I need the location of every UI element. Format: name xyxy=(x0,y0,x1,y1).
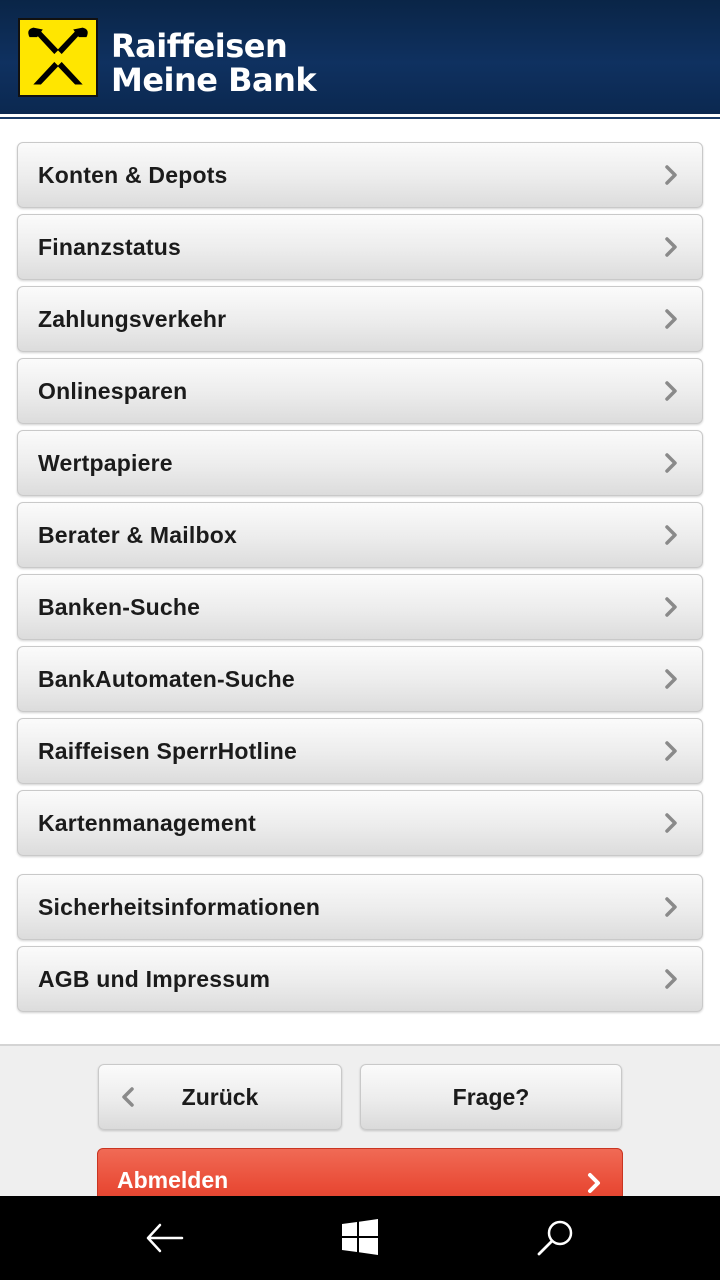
chevron-right-icon xyxy=(665,813,677,833)
menu-item-label: Kartenmanagement xyxy=(38,810,256,836)
menu-item-wertpapiere[interactable]: Wertpapiere xyxy=(17,430,703,496)
back-button[interactable]: Zurück xyxy=(98,1064,342,1130)
menu-item-kartenmanagement[interactable]: Kartenmanagement xyxy=(17,790,703,856)
chevron-right-icon xyxy=(665,453,677,473)
menu-item-label: BankAutomaten-Suche xyxy=(38,666,295,692)
menu-item-onlinesparen[interactable]: Onlinesparen xyxy=(17,358,703,424)
windows-logo-icon[interactable] xyxy=(338,1216,382,1260)
chevron-right-icon xyxy=(665,381,677,401)
menu-item-label: Onlinesparen xyxy=(38,378,188,404)
menu-item-label: Berater & Mailbox xyxy=(38,522,237,548)
menu-item-sperrhotline[interactable]: Raiffeisen SperrHotline xyxy=(17,718,703,784)
menu-item-label: Konten & Depots xyxy=(38,162,228,188)
chevron-right-icon xyxy=(665,597,677,617)
menu-item-konten-depots[interactable]: Konten & Depots xyxy=(17,142,703,208)
menu-item-berater-mailbox[interactable]: Berater & Mailbox xyxy=(17,502,703,568)
menu-item-label: Finanzstatus xyxy=(38,234,181,260)
raiffeisen-logo-icon xyxy=(18,18,98,97)
menu-item-sicherheitsinformationen[interactable]: Sicherheitsinformationen xyxy=(17,874,703,940)
back-button-label: Zurück xyxy=(181,1084,259,1110)
logout-button-label: Abmelden xyxy=(117,1167,229,1193)
menu-item-label: Raiffeisen SperrHotline xyxy=(38,738,297,764)
question-button[interactable]: Frage? xyxy=(360,1064,622,1130)
chevron-right-icon xyxy=(588,1173,600,1193)
menu-item-bankautomaten-suche[interactable]: BankAutomaten-Suche xyxy=(17,646,703,712)
chevron-right-icon xyxy=(665,165,677,185)
footer-actions: Zurück Frage? Abmelden xyxy=(0,1044,720,1218)
chevron-right-icon xyxy=(665,525,677,545)
menu-item-label: Sicherheitsinformationen xyxy=(38,894,321,920)
chevron-right-icon xyxy=(665,237,677,257)
menu-item-label: Wertpapiere xyxy=(38,450,173,476)
chevron-right-icon xyxy=(665,669,677,689)
menu-item-label: AGB und Impressum xyxy=(38,966,271,992)
app-header: Raiffeisen Meine Bank xyxy=(0,0,720,119)
menu-item-label: Zahlungsverkehr xyxy=(38,306,227,332)
brand-name: Raiffeisen Meine Bank xyxy=(111,27,317,99)
menu-item-label: Banken-Suche xyxy=(38,594,201,620)
menu-item-zahlungsverkehr[interactable]: Zahlungsverkehr xyxy=(17,286,703,352)
system-nav-bar xyxy=(0,1196,720,1280)
brand-line-2: Meine Bank xyxy=(111,61,317,99)
chevron-right-icon xyxy=(665,741,677,761)
menu-item-agb-impressum[interactable]: AGB und Impressum xyxy=(17,946,703,1012)
chevron-right-icon xyxy=(665,897,677,917)
chevron-right-icon xyxy=(665,969,677,989)
chevron-right-icon xyxy=(665,309,677,329)
brand-line-1: Raiffeisen xyxy=(111,27,288,65)
back-arrow-icon[interactable] xyxy=(142,1216,186,1260)
menu-item-finanzstatus[interactable]: Finanzstatus xyxy=(17,214,703,280)
menu-item-banken-suche[interactable]: Banken-Suche xyxy=(17,574,703,640)
search-icon[interactable] xyxy=(533,1216,577,1260)
question-button-label: Frage? xyxy=(452,1084,530,1110)
